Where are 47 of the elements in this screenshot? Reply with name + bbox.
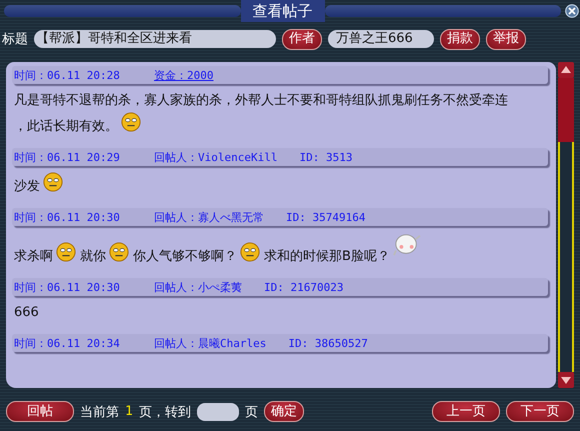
author-field: 万兽之王666 bbox=[328, 30, 434, 48]
author-button[interactable]: 作者 bbox=[282, 28, 322, 50]
poster-id: ID: 21670023 bbox=[264, 280, 344, 294]
page-suffix: 页 bbox=[244, 404, 258, 420]
title-label: 标题 bbox=[2, 31, 28, 48]
post-text: 你人气够不够啊？ bbox=[133, 248, 237, 266]
smiley-icon bbox=[121, 112, 141, 132]
post-text: 求杀啊 bbox=[14, 248, 53, 266]
poster-name: 回帖人：晨曦Charles bbox=[154, 336, 266, 350]
poster-name: 回帖人：小ぺ柔荑 bbox=[154, 280, 242, 294]
post-time: 时间：06.11 20:30 bbox=[14, 210, 121, 224]
poster-name: 回帖人：ViolenceKill bbox=[154, 150, 278, 164]
current-page: 1 bbox=[125, 404, 133, 419]
smiley-icon bbox=[240, 242, 260, 262]
post-text: 666 bbox=[14, 304, 39, 322]
fund-link[interactable]: 资金：2000 bbox=[154, 68, 214, 82]
poster-id: ID: 35749164 bbox=[286, 210, 366, 224]
poster-id: ID: 38650527 bbox=[288, 336, 368, 350]
post-text: 就你 bbox=[80, 248, 106, 266]
smiley-icon bbox=[56, 242, 76, 262]
page-label: 当前第 bbox=[80, 404, 119, 420]
post-time: 时间：06.11 20:29 bbox=[14, 150, 121, 164]
reply-button[interactable]: 回帖 bbox=[6, 401, 74, 422]
page-input-field[interactable] bbox=[196, 402, 239, 420]
prev-page-button[interactable]: 上一页 bbox=[432, 401, 500, 422]
action-button[interactable]: 举报 bbox=[486, 28, 526, 50]
post-text: 沙发 bbox=[14, 178, 40, 196]
poster-name: 回帖人：寡人べ黑无常 bbox=[154, 210, 264, 224]
action-button[interactable]: 捐款 bbox=[440, 28, 480, 50]
window-title: 查看帖子 bbox=[240, 0, 324, 22]
confirm-button[interactable]: 确定 bbox=[264, 401, 304, 422]
post-time: 时间：06.11 20:34 bbox=[14, 336, 121, 350]
close-icon[interactable] bbox=[565, 4, 579, 18]
poster-id: ID: 3513 bbox=[299, 150, 352, 164]
post-text: 求和的时候那B脸呢？ bbox=[264, 248, 390, 266]
post-text: ，此话长期有效。 bbox=[14, 118, 118, 136]
smiley-icon bbox=[43, 172, 63, 192]
post-time: 时间：06.11 20:28 bbox=[14, 68, 121, 82]
post-text: 凡是哥特不退帮的杀，寡人家族的杀，外帮人士不要和哥特组队抓鬼刷任务不然受牵连 bbox=[14, 92, 508, 110]
post-time: 时间：06.11 20:30 bbox=[14, 280, 121, 294]
title-field: 【帮派】哥特和全区进来看 bbox=[34, 30, 276, 48]
smiley-icon bbox=[109, 242, 129, 262]
next-page-button[interactable]: 下一页 bbox=[506, 401, 574, 422]
goto-label: 页，转到 bbox=[138, 404, 191, 420]
scroll-thumb[interactable] bbox=[558, 78, 574, 142]
bun-icon bbox=[392, 232, 421, 258]
scrollbar[interactable] bbox=[558, 62, 574, 388]
